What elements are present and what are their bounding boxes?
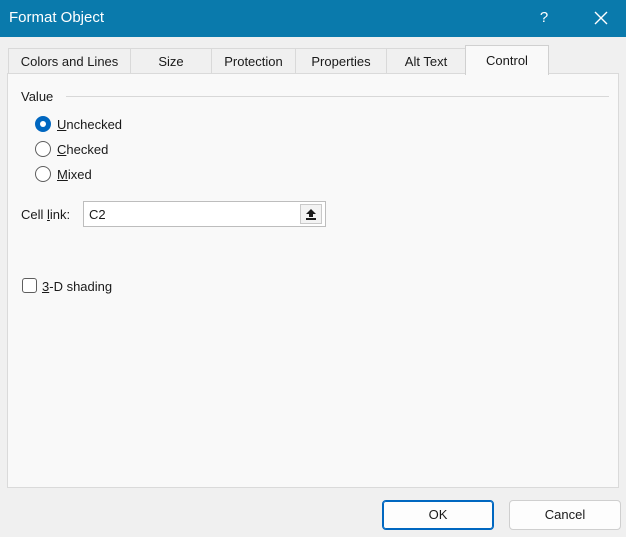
close-button[interactable] [589, 4, 613, 32]
collapse-dialog-icon [306, 209, 316, 220]
tab-colors-and-lines[interactable]: Colors and Lines [8, 48, 131, 74]
tab-control[interactable]: Control [465, 45, 549, 75]
close-icon [594, 11, 608, 25]
cancel-button[interactable]: Cancel [509, 500, 621, 530]
tab-protection[interactable]: Protection [211, 48, 296, 74]
checkbox-box [22, 278, 37, 293]
control-tab-panel: Value Unchecked Checked Mixed Cell link:… [7, 73, 619, 488]
radio-checked-label: Checked [57, 142, 109, 157]
radio-unchecked-label: Unchecked [57, 117, 123, 132]
radio-mixed-label: Mixed [57, 167, 92, 182]
shading-3d-label: 3-D shading [42, 279, 113, 294]
tab-properties[interactable]: Properties [295, 48, 387, 74]
collapse-dialog-button[interactable] [300, 204, 322, 224]
radio-selected-icon [35, 116, 51, 132]
tab-size[interactable]: Size [130, 48, 212, 74]
cell-link-label: Cell link: [21, 207, 71, 222]
cell-link-field [83, 201, 326, 227]
value-group-label: Value [21, 89, 54, 104]
group-divider [66, 96, 609, 97]
ok-button[interactable]: OK [382, 500, 494, 530]
tab-alt-text[interactable]: Alt Text [386, 48, 466, 74]
radio-empty-icon [35, 166, 51, 182]
radio-empty-icon [35, 141, 51, 157]
dialog-title: Format Object [9, 9, 105, 26]
help-button[interactable]: ? [533, 4, 555, 32]
title-bar: Format Object ? [0, 0, 626, 37]
cell-link-input[interactable] [89, 206, 294, 222]
